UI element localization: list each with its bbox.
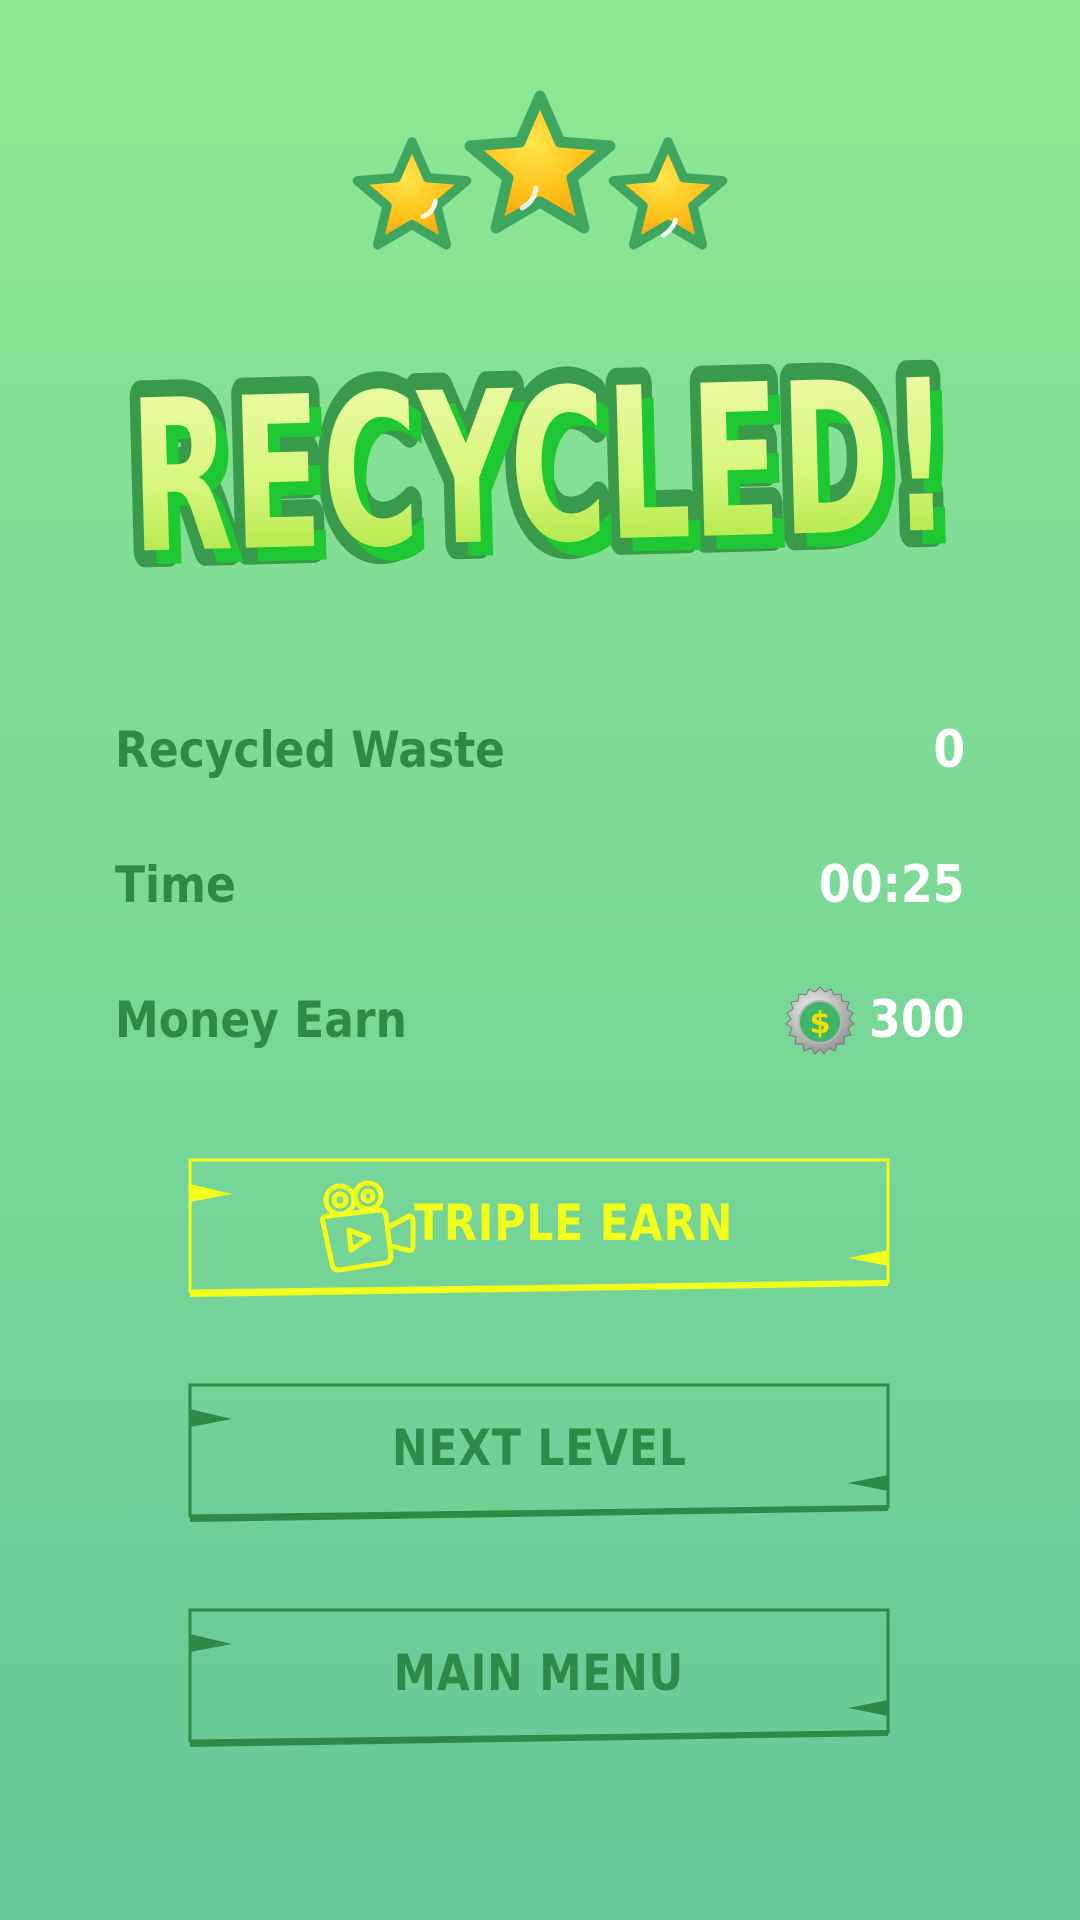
star-icon — [352, 137, 472, 250]
star-rating — [0, 80, 1080, 270]
bottle-cap-coin-icon: $ — [785, 986, 856, 1055]
star-icon — [464, 90, 616, 234]
svg-text:$: $ — [810, 1006, 831, 1041]
triple-earn-label: TRIPLE EARN — [414, 1194, 734, 1252]
stat-label: Recycled Waste — [115, 721, 506, 779]
next-level-button[interactable]: NEXT LEVEL — [188, 1383, 890, 1523]
title-text: RECYCLED! — [127, 334, 953, 600]
stat-label: Time — [115, 856, 236, 914]
stat-time: Time 00:25 — [115, 845, 965, 925]
stat-money-earn: Money Earn $ 300 — [115, 980, 965, 1060]
stat-recycled-waste: Recycled Waste 0 — [115, 710, 965, 790]
stat-value: 300 — [869, 990, 965, 1050]
stat-value: 0 — [933, 720, 965, 780]
star-icon — [608, 137, 728, 250]
result-title: RECYCLED! RECYCLED! RECYCLED! — [100, 300, 980, 620]
stat-label: Money Earn — [115, 991, 407, 1049]
main-menu-label: MAIN MENU — [393, 1644, 685, 1702]
stat-value: 00:25 — [819, 855, 965, 915]
main-menu-button[interactable]: MAIN MENU — [188, 1608, 890, 1748]
triple-earn-button[interactable]: TRIPLE EARN — [188, 1158, 890, 1298]
next-level-label: NEXT LEVEL — [391, 1419, 687, 1477]
